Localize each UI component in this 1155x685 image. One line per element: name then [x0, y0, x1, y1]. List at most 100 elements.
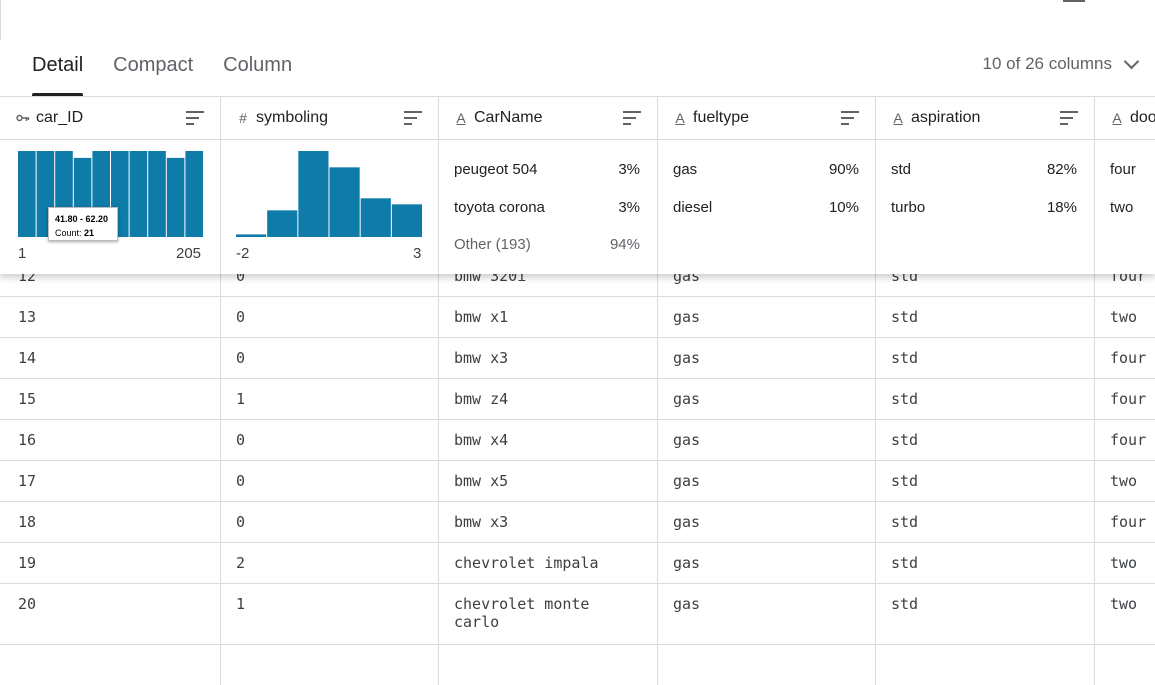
tab-compact[interactable]: Compact [113, 52, 193, 96]
string-type-icon: A [456, 110, 466, 126]
table-cell: gas [673, 431, 701, 449]
car-id-histogram-bar[interactable] [129, 151, 148, 237]
chevron-down-icon [1123, 53, 1140, 69]
symboling-histogram-bar[interactable] [329, 167, 360, 237]
car-id-max: 205 [176, 245, 202, 262]
table-cell: 13 [18, 308, 37, 326]
table-cell: bmw x3 [454, 349, 509, 367]
table-cell: bmw x5 [454, 472, 509, 490]
table-row[interactable]: 13 0 bmw x1 gas std two [0, 296, 1155, 338]
table-cell: std [891, 513, 919, 531]
string-type-icon: A [893, 110, 903, 126]
column-name: fueltype [693, 109, 750, 126]
table-cell: 18 [18, 513, 37, 531]
table-cell: bmw x1 [454, 308, 509, 326]
table-cell: gas [673, 595, 701, 613]
table-cell: gas [673, 308, 701, 326]
expand-icon[interactable] [1063, 0, 1085, 2]
column-name: doo [1130, 109, 1155, 126]
aspiration-top-value: std 82% [891, 161, 1077, 178]
table-cell: std [891, 472, 919, 490]
carname-top-value: peugeot 504 3% [454, 161, 640, 178]
table-row[interactable]: 16 0 bmw x4 gas std four [0, 419, 1155, 461]
symboling-histogram[interactable] [236, 151, 423, 237]
car-id-histogram-bar[interactable] [166, 157, 185, 237]
sort-icon[interactable] [1060, 111, 1078, 125]
aspiration-second-value: turbo 18% [891, 199, 1077, 216]
car-id-histogram-bar[interactable] [18, 151, 36, 237]
column-name: car_ID [36, 109, 84, 126]
table-cell: chevrolet monte carlo [454, 595, 590, 631]
sort-icon[interactable] [186, 111, 204, 125]
column-name: symboling [256, 109, 329, 126]
table-cell: 0 [236, 308, 246, 326]
tooltip-range: 41.80 - 62.20 [55, 214, 109, 224]
data-grid: car_ID # symboling A CarName A fueltype … [0, 96, 1155, 685]
numeric-type-icon: # [239, 110, 247, 126]
table-cell: bmw x3 [454, 513, 509, 531]
tab-detail[interactable]: Detail [32, 52, 84, 97]
symboling-histogram-bar[interactable] [391, 204, 422, 237]
column-header-carname[interactable]: A CarName [438, 97, 657, 139]
dataset-header [0, 0, 1155, 40]
table-cell: four [1110, 513, 1147, 531]
table-row[interactable]: 19 2 chevrolet impala gas std two [0, 542, 1155, 584]
symboling-histogram-bar[interactable] [267, 210, 298, 237]
column-header-doornumber[interactable]: A doo [1094, 97, 1155, 139]
column-header-aspiration[interactable]: A aspiration [875, 97, 1094, 139]
fueltype-top-value: gas 90% [673, 161, 859, 178]
fueltype-second-value: diesel 10% [673, 199, 859, 216]
car-id-min: 1 [18, 245, 27, 262]
table-cell: gas [673, 472, 701, 490]
car-id-histogram-bar[interactable] [185, 151, 203, 237]
table-cell: gas [673, 513, 701, 531]
table-cell: 16 [18, 431, 37, 449]
table-row[interactable]: 14 0 bmw x3 gas std four [0, 337, 1155, 379]
histogram-tooltip: 41.80 - 62.20 Count: 21 [48, 207, 118, 241]
table-cell: bmw x4 [454, 431, 509, 449]
column-header-symboling[interactable]: # symboling [220, 97, 438, 139]
column-header-car-id[interactable]: car_ID [0, 97, 220, 139]
table-cell: 17 [18, 472, 37, 490]
table-cell: 0 [236, 513, 246, 531]
table-cell: std [891, 308, 919, 326]
view-tabs: Detail Compact Column [32, 52, 322, 97]
sort-icon[interactable] [841, 111, 859, 125]
table-cell: std [891, 554, 919, 572]
table-cell: 15 [18, 390, 37, 408]
table-row[interactable]: 18 0 bmw x3 gas std four [0, 501, 1155, 543]
column-summary-panel: 41.80 - 62.20 Count: 21 1 205 -2 3 peuge… [0, 139, 1155, 274]
tooltip-count: Count: 21 [55, 228, 95, 238]
table-cell: 20 [18, 595, 37, 613]
carname-other-values: Other (193) 94% [454, 236, 640, 253]
table-cell: std [891, 595, 919, 613]
table-cell: std [891, 431, 919, 449]
table-cell: 14 [18, 349, 37, 367]
table-cell: 0 [236, 349, 246, 367]
string-type-icon: A [675, 110, 685, 126]
table-cell: 19 [18, 554, 37, 572]
symboling-histogram-bar[interactable] [298, 151, 329, 237]
column-count-dropdown[interactable]: 10 of 26 columns [983, 53, 1140, 74]
doornumber-second-value: two [1110, 199, 1134, 216]
table-cell: two [1110, 308, 1138, 326]
table-row[interactable]: 15 1 bmw z4 gas std four [0, 378, 1155, 420]
symboling-histogram-bar[interactable] [236, 234, 267, 237]
table-cell: gas [673, 554, 701, 572]
sort-icon[interactable] [404, 111, 422, 125]
table-cell: four [1110, 349, 1147, 367]
table-cell: 1 [236, 390, 246, 408]
tab-column[interactable]: Column [223, 52, 292, 96]
table-row[interactable]: 17 0 bmw x5 gas std two [0, 460, 1155, 502]
sort-icon[interactable] [623, 111, 641, 125]
carname-second-value: toyota corona 3% [454, 199, 640, 216]
table-cell: two [1110, 554, 1138, 572]
table-cell: gas [673, 349, 701, 367]
table-row[interactable]: 20 1 chevrolet monte carlo gas std two [0, 583, 1155, 645]
key-icon [16, 110, 30, 126]
car-id-histogram-bar[interactable] [148, 151, 166, 237]
column-header-fueltype[interactable]: A fueltype [657, 97, 875, 139]
table-cell: std [891, 349, 919, 367]
symboling-histogram-bar[interactable] [360, 198, 391, 237]
table-cell: four [1110, 431, 1147, 449]
